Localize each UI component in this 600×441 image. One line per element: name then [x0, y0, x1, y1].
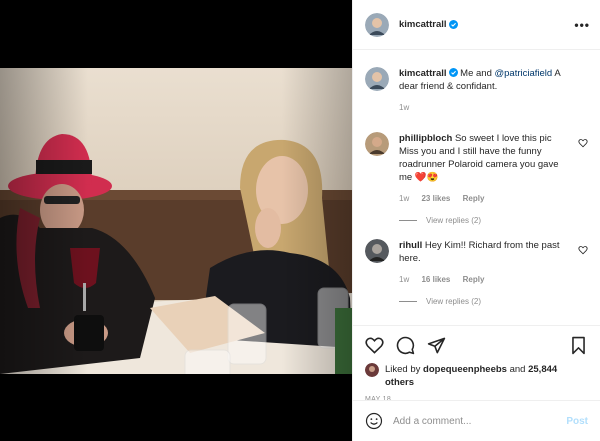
liker-avatar[interactable] [365, 363, 379, 377]
instagram-post: kimcattrall ••• kimcattrall Me and @patr… [0, 0, 600, 441]
likes-text: Liked by dopequeenpheebs and 25,844 othe… [385, 363, 565, 389]
verified-badge-icon [448, 68, 458, 77]
comment-likes[interactable]: 23 likes [421, 194, 450, 203]
comment-item: rihull Hey Kim!! Richard from the past h… [365, 239, 588, 286]
view-replies-label: View replies (2) [426, 297, 481, 306]
comment-meta: 1w 16 likes Reply [399, 273, 569, 286]
caption-body: kimcattrall Me and @patriciafield A dear… [399, 67, 569, 114]
comment-meta: 1w 23 likes Reply [399, 192, 569, 205]
likes-middle: and [506, 364, 529, 375]
comment-reply-button[interactable]: Reply [463, 275, 485, 284]
caption-text-before: Me and [460, 68, 495, 79]
view-replies-label: View replies (2) [426, 216, 481, 225]
comment-like-heart-icon[interactable] [578, 245, 588, 255]
comment-username[interactable]: rihull [399, 240, 422, 251]
caption-username[interactable]: kimcattrall [399, 68, 447, 79]
add-comment-input[interactable]: Add a comment... [393, 416, 471, 427]
comment-like-heart-icon[interactable] [578, 138, 588, 148]
comment-avatar[interactable] [365, 132, 389, 156]
comment-bubble-icon[interactable] [396, 336, 415, 355]
comment-likes[interactable]: 16 likes [421, 275, 450, 284]
caption-age[interactable]: 1w [399, 103, 409, 112]
replies-divider [399, 301, 417, 302]
emoji-smiley-icon[interactable] [365, 412, 383, 430]
more-horizontal-icon[interactable]: ••• [574, 18, 590, 32]
post-comment-button[interactable]: Post [566, 416, 588, 427]
post-media[interactable] [0, 0, 352, 441]
liker-username[interactable]: dopequeenpheebs [423, 364, 507, 375]
caption-avatar[interactable] [365, 67, 389, 91]
like-heart-icon[interactable] [365, 336, 384, 355]
comment-body: phillipbloch So sweet I love this pic Mi… [399, 132, 569, 205]
comment-avatar[interactable] [365, 239, 389, 263]
comment-item: phillipbloch So sweet I love this pic Mi… [365, 132, 588, 205]
comment-body: rihull Hey Kim!! Richard from the past h… [399, 239, 569, 286]
comment-username[interactable]: phillipbloch [399, 133, 452, 144]
caption: kimcattrall Me and @patriciafield A dear… [365, 67, 588, 114]
comment-age[interactable]: 1w [399, 275, 409, 284]
add-comment-bar: Add a comment... Post [353, 400, 600, 441]
post-actions: Liked by dopequeenpheebs and 25,844 othe… [353, 325, 600, 441]
author-avatar[interactable] [365, 12, 389, 37]
caption-meta: 1w [399, 101, 569, 114]
view-replies-button[interactable]: View replies (2) [365, 297, 588, 306]
likes-prefix: Liked by [385, 364, 424, 375]
comment-reply-button[interactable]: Reply [463, 194, 485, 203]
author-username[interactable]: kimcattrall [399, 19, 447, 30]
post-sidebar: kimcattrall ••• kimcattrall Me and @patr… [352, 0, 600, 441]
view-replies-button[interactable]: View replies (2) [365, 216, 588, 225]
post-photo [0, 68, 352, 374]
comment-text: Hey Kim!! Richard from the past here. [399, 240, 560, 264]
caption-mention[interactable]: @patriciafield [495, 68, 553, 79]
likes-summary: Liked by dopequeenpheebs and 25,844 othe… [365, 363, 588, 389]
share-send-icon[interactable] [427, 336, 446, 355]
replies-divider [399, 220, 417, 221]
verified-badge-icon [448, 20, 458, 29]
post-header: kimcattrall ••• [353, 0, 600, 50]
comments-list[interactable]: kimcattrall Me and @patriciafield A dear… [353, 50, 600, 325]
save-bookmark-icon[interactable] [569, 336, 588, 355]
comment-age[interactable]: 1w [399, 194, 409, 203]
action-icons [365, 334, 588, 356]
